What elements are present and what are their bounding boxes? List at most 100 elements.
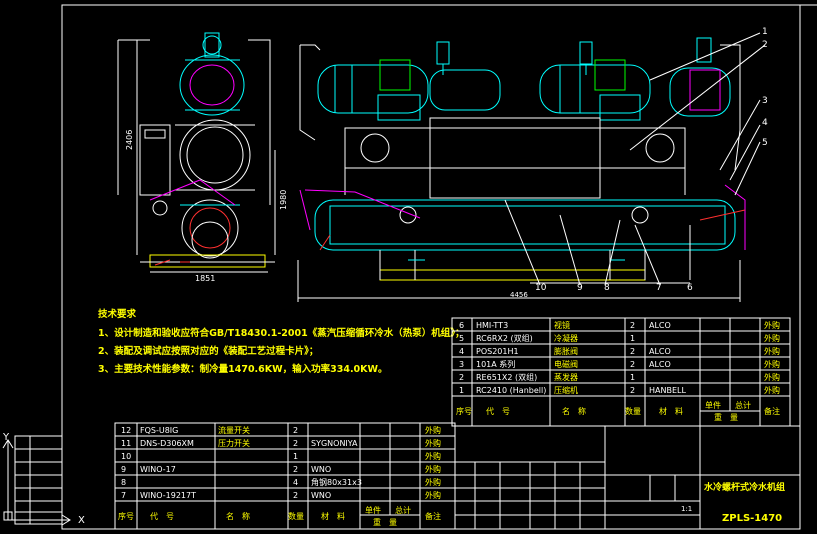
- bom-row-qty: 2: [293, 426, 298, 435]
- bom-row-qty: 2: [293, 465, 298, 474]
- bom-header-unit: 单件: [365, 505, 381, 515]
- bom-row-name: 蒸发器: [554, 372, 578, 382]
- bom-row-code: RE651X2 (双组): [476, 372, 537, 382]
- bom-row-name: 电磁阀: [554, 359, 578, 369]
- balloon-2: 2: [762, 40, 768, 50]
- bom-row-no: 8: [121, 478, 126, 487]
- bom-row-note: 外购: [425, 451, 441, 461]
- axis-y: Y: [2, 432, 10, 443]
- bom-header-material: 材 料: [659, 406, 683, 416]
- bom-row-no: 1: [459, 386, 464, 395]
- bom-row-material: ALCO: [649, 347, 671, 356]
- balloon-1: 1: [762, 27, 768, 37]
- bom-row-code: WINO-17: [140, 465, 176, 474]
- front-view: [297, 32, 766, 302]
- bom-header-total: 总计: [735, 400, 751, 410]
- bom-row-name: 流量开关: [218, 425, 250, 435]
- bom-row-material: ALCO: [649, 360, 671, 369]
- bom-row-code: 101A 系列: [476, 359, 515, 369]
- bom-row-qty: 1: [293, 452, 298, 461]
- bom-row-no: 9: [121, 465, 126, 474]
- bom-row-material: WNO: [311, 465, 331, 474]
- bom-header-weight: 重 量: [373, 517, 397, 527]
- bom-row-qty: 2: [630, 347, 635, 356]
- bom-header-material: 材 料: [321, 511, 345, 521]
- bom-header-code: 代 号: [486, 406, 510, 416]
- model-number: ZPLS-1470: [722, 513, 782, 524]
- bom-header-qty: 数量: [625, 406, 641, 416]
- left-margin-table: [14, 435, 63, 525]
- bom-row-note: 外购: [425, 490, 441, 500]
- bom-row-material: 角钢80x31x3: [311, 477, 362, 487]
- balloon-6: 6: [687, 283, 693, 293]
- bom-row-no: 12: [121, 426, 131, 435]
- dim-height-mid: 1980: [279, 190, 288, 210]
- bom-row-note: 外购: [425, 477, 441, 487]
- bom-header-name: 名 称: [562, 406, 586, 416]
- bom-row-no: 11: [121, 439, 131, 448]
- bom-row-material: ALCO: [649, 321, 671, 330]
- bom-row-name: 视镜: [554, 320, 570, 330]
- bom-row-name: 压力开关: [218, 438, 250, 448]
- bom-row-note: 外购: [764, 320, 780, 330]
- bom-row-qty: 2: [630, 386, 635, 395]
- bom-row-material: WNO: [311, 491, 331, 500]
- bom-row-code: RC2410 (Hanbell): [476, 386, 546, 395]
- bom-row-code: WINO-19217T: [140, 491, 196, 500]
- balloon-5: 5: [762, 138, 768, 148]
- bom-header-weight: 重 量: [714, 412, 738, 422]
- bom-row-code: POS201H1: [476, 347, 519, 356]
- side-view: [117, 32, 276, 273]
- bom-header-name: 名 称: [226, 511, 250, 521]
- bom-row-qty: 2: [630, 360, 635, 369]
- bom-row-name: 压缩机: [554, 385, 578, 395]
- bom-header-qty: 数量: [288, 511, 304, 521]
- dim-length-total: 4456: [510, 291, 528, 299]
- balloon-7: 7: [656, 283, 662, 293]
- balloon-10: 10: [535, 283, 547, 293]
- bom-row-material: HANBELL: [649, 386, 686, 395]
- bom-row-code: FQS-U8IG: [140, 426, 178, 435]
- dim-width-left: 1851: [195, 274, 215, 283]
- bom-row-no: 3: [459, 360, 464, 369]
- bom-row-no: 2: [459, 373, 464, 382]
- balloon-3: 3: [762, 96, 768, 106]
- bom-row-no: 6: [459, 321, 464, 330]
- bom-header-note: 备注: [425, 511, 441, 521]
- bom-row-code: RC6RX2 (双组): [476, 333, 533, 343]
- bom-row-qty: 1: [630, 373, 635, 382]
- bom-header-no: 序号: [118, 511, 134, 521]
- balloon-4: 4: [762, 118, 768, 128]
- cad-drawing: 2406 1980 1851 4456 1 2 3 4 5 6 7 8 9 10…: [2, 4, 817, 530]
- bom-row-no: 10: [121, 452, 131, 461]
- axis-x: X: [78, 515, 85, 526]
- balloon-9: 9: [577, 283, 583, 293]
- bom-header-code: 代 号: [150, 511, 174, 521]
- tech-heading: 技术要求: [98, 308, 137, 320]
- scale: 1:1: [681, 505, 692, 513]
- bom-row-qty: 1: [630, 334, 635, 343]
- bom-row-qty: 2: [293, 439, 298, 448]
- bom-row-note: 外购: [425, 438, 441, 448]
- bom-row-note: 外购: [425, 425, 441, 435]
- bom-row-name: 冷凝器: [554, 333, 578, 343]
- bom-row-note: 外购: [764, 333, 780, 343]
- bom-row-note: 外购: [764, 359, 780, 369]
- tech-item-2: 2、装配及调试应按照对应的《装配工艺过程卡片》；: [98, 345, 318, 357]
- bom-header-no: 序号: [456, 406, 472, 416]
- tech-item-3: 3、主要技术性能参数：制冷量1470.6KW，输入功率334.0KW。: [98, 363, 388, 375]
- bom-row-qty: 2: [293, 491, 298, 500]
- dim-height-left: 2406: [125, 130, 134, 150]
- bom-row-code: DNS-D306XM: [140, 439, 194, 448]
- balloon-8: 8: [604, 283, 610, 293]
- bom-row-note: 外购: [425, 464, 441, 474]
- bom-row-note: 外购: [764, 372, 780, 382]
- bom-header-total: 总计: [395, 505, 411, 515]
- bom-row-name: 膨胀阀: [554, 346, 578, 356]
- bom-row-qty: 4: [293, 478, 298, 487]
- bom-header-unit: 单件: [705, 400, 721, 410]
- bom-row-qty: 2: [630, 321, 635, 330]
- bom-row-code: HMI-TT3: [476, 321, 508, 330]
- bom-row-no: 5: [459, 334, 464, 343]
- bom-row-material: SYGNONIYA: [311, 439, 358, 448]
